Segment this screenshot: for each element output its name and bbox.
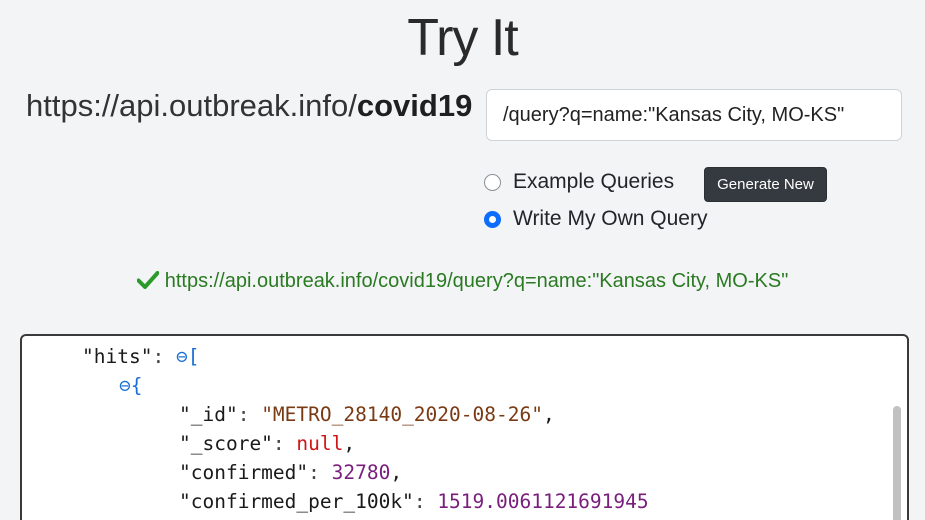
example-queries-label: Example Queries: [513, 170, 675, 193]
json-value: null: [296, 432, 344, 455]
json-field-confirmed-per-100k: "confirmed_per_100k": 1519.0061121691945: [179, 490, 649, 513]
json-key: "hits": [82, 345, 153, 368]
json-field-score: "_score": null,: [179, 432, 356, 455]
json-scrollbar[interactable]: [893, 406, 901, 520]
example-queries-radio[interactable]: [484, 173, 501, 191]
checkmark-icon: [136, 271, 159, 289]
json-key: "confirmed_per_100k": [179, 490, 414, 513]
validated-url: https://api.outbreak.info/covid19/query?…: [0, 270, 925, 293]
json-value: "METRO_28140_2020-08-26": [261, 403, 543, 426]
write-own-query-label: Write My Own Query: [513, 207, 708, 230]
json-line-hits: "hits": ⊖[: [82, 345, 200, 368]
json-key: "_score": [179, 432, 273, 455]
json-key: "confirmed": [179, 461, 309, 484]
json-value: 1519.0061121691945: [437, 490, 649, 513]
query-input[interactable]: [486, 89, 902, 141]
collapse-hits-icon[interactable]: ⊖: [176, 345, 188, 368]
api-base-path: covid19: [356, 88, 473, 123]
json-key: "_id": [179, 403, 238, 426]
example-queries-option[interactable]: Example Queries: [484, 170, 674, 194]
api-base-url: https://api.outbreak.info/covid19: [26, 88, 472, 124]
write-own-query-option[interactable]: Write My Own Query: [484, 207, 707, 231]
collapse-object-icon[interactable]: ⊖: [119, 374, 131, 397]
json-line-object-open: ⊖{: [119, 374, 143, 397]
generate-new-button[interactable]: Generate New: [704, 167, 827, 202]
json-field-confirmed: "confirmed": 32780,: [179, 461, 403, 484]
json-response-panel[interactable]: "hits": ⊖[ ⊖{ "_id": "METRO_28140_2020-0…: [20, 334, 909, 520]
page-title: Try It: [407, 9, 519, 67]
try-it-page: Try It https://api.outbreak.info/covid19…: [0, 0, 925, 520]
write-own-query-radio[interactable]: [484, 210, 501, 228]
json-value: 32780: [331, 461, 391, 484]
json-field-id: "_id": "METRO_28140_2020-08-26",: [179, 403, 555, 426]
validated-url-text[interactable]: https://api.outbreak.info/covid19/query?…: [165, 270, 789, 292]
api-base-host: https://api.outbreak.info/: [26, 88, 357, 123]
